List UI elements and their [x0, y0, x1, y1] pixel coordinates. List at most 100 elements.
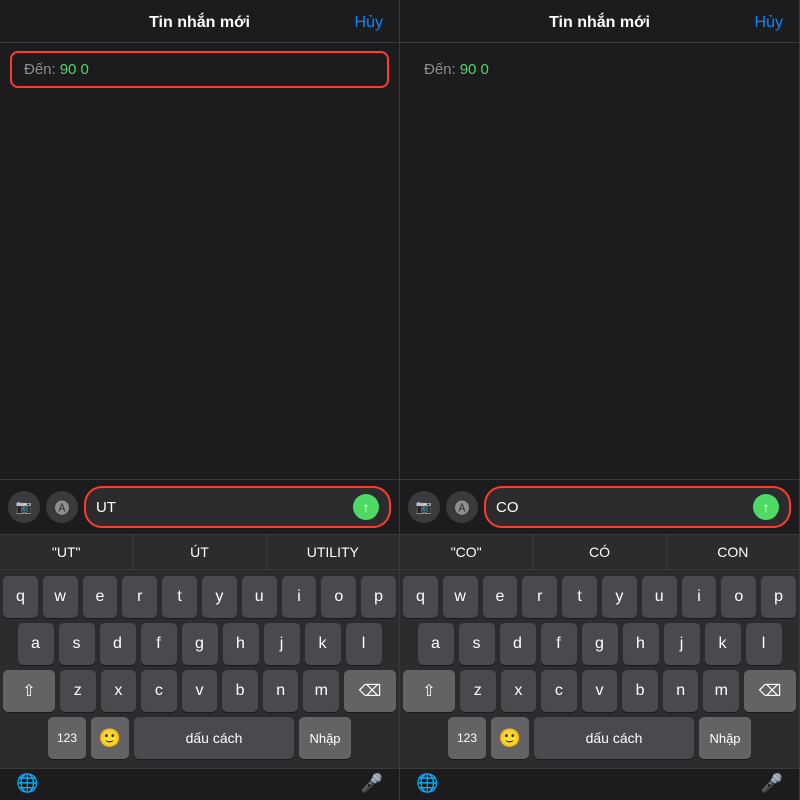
left-text-input-wrap[interactable]: UT ↑ [84, 486, 391, 528]
right-key-z[interactable]: z [460, 670, 496, 712]
left-key-d[interactable]: d [100, 623, 136, 665]
left-key-a[interactable]: a [18, 623, 54, 665]
right-appstore-button[interactable]: 🅐 [446, 491, 478, 523]
left-key-emoji[interactable]: 🙂 [91, 717, 129, 759]
right-autocomplete-1[interactable]: CÓ [533, 535, 666, 569]
left-key-z[interactable]: z [60, 670, 96, 712]
left-key-v[interactable]: v [182, 670, 218, 712]
right-send-arrow-icon: ↑ [763, 500, 770, 514]
left-bottom-bar: 🌐 🎤 [0, 768, 399, 800]
left-globe-icon[interactable]: 🌐 [16, 773, 38, 794]
right-key-o[interactable]: o [721, 576, 756, 618]
right-globe-icon[interactable]: 🌐 [416, 773, 438, 794]
camera-icon: 📷 [16, 499, 32, 515]
left-key-b[interactable]: b [222, 670, 258, 712]
right-key-w[interactable]: w [443, 576, 478, 618]
right-key-k[interactable]: k [705, 623, 741, 665]
right-key-e[interactable]: e [483, 576, 518, 618]
left-to-label: Đến: [24, 61, 56, 78]
right-autocomplete-2[interactable]: CON [667, 535, 799, 569]
right-key-h[interactable]: h [623, 623, 659, 665]
left-text-input[interactable]: UT [96, 499, 347, 516]
left-to-field[interactable]: Đến: 90 0 [10, 51, 389, 88]
right-key-space[interactable]: dấu cách [534, 717, 694, 759]
right-mic-icon[interactable]: 🎤 [761, 773, 783, 794]
right-text-input[interactable]: CO [496, 499, 747, 516]
right-key-d[interactable]: d [500, 623, 536, 665]
right-message-area[interactable] [400, 96, 799, 479]
right-key-t[interactable]: t [562, 576, 597, 618]
camera-icon-right: 📷 [416, 499, 432, 515]
right-camera-button[interactable]: 📷 [408, 491, 440, 523]
left-key-s[interactable]: s [59, 623, 95, 665]
right-key-delete[interactable]: ⌫ [744, 670, 796, 712]
right-key-a[interactable]: a [418, 623, 454, 665]
right-key-row-3: ⇧ z x c v b n m ⌫ [403, 670, 796, 712]
left-key-f[interactable]: f [141, 623, 177, 665]
left-key-space[interactable]: dấu cách [134, 717, 294, 759]
left-key-i[interactable]: i [282, 576, 317, 618]
left-mic-icon[interactable]: 🎤 [361, 773, 383, 794]
right-key-shift[interactable]: ⇧ [403, 670, 455, 712]
left-key-t[interactable]: t [162, 576, 197, 618]
right-key-n[interactable]: n [663, 670, 699, 712]
left-key-delete[interactable]: ⌫ [344, 670, 396, 712]
right-send-button[interactable]: ↑ [753, 494, 779, 520]
right-text-input-wrap[interactable]: CO ↑ [484, 486, 791, 528]
left-panel: Tin nhắn mới Hủy Đến: 90 0 📷 🅐 UT ↑ "UT"… [0, 0, 400, 800]
left-key-enter[interactable]: Nhập [299, 717, 351, 759]
right-key-g[interactable]: g [582, 623, 618, 665]
left-key-p[interactable]: p [361, 576, 396, 618]
right-key-emoji[interactable]: 🙂 [491, 717, 529, 759]
left-key-h[interactable]: h [223, 623, 259, 665]
right-key-x[interactable]: x [501, 670, 537, 712]
right-to-label: Đến: [424, 61, 456, 78]
left-autocomplete-1[interactable]: ÚT [133, 535, 266, 569]
left-key-g[interactable]: g [182, 623, 218, 665]
right-key-v[interactable]: v [582, 670, 618, 712]
right-key-y[interactable]: y [602, 576, 637, 618]
right-key-b[interactable]: b [622, 670, 658, 712]
right-key-s[interactable]: s [459, 623, 495, 665]
left-camera-button[interactable]: 📷 [8, 491, 40, 523]
left-key-w[interactable]: w [43, 576, 78, 618]
left-key-k[interactable]: k [305, 623, 341, 665]
left-key-shift[interactable]: ⇧ [3, 670, 55, 712]
right-key-u[interactable]: u [642, 576, 677, 618]
left-key-r[interactable]: r [122, 576, 157, 618]
right-key-m[interactable]: m [703, 670, 739, 712]
right-autocomplete-0[interactable]: "CO" [400, 535, 533, 569]
left-key-y[interactable]: y [202, 576, 237, 618]
right-key-f[interactable]: f [541, 623, 577, 665]
right-key-c[interactable]: c [541, 670, 577, 712]
right-key-enter[interactable]: Nhập [699, 717, 751, 759]
left-key-n[interactable]: n [263, 670, 299, 712]
left-key-x[interactable]: x [101, 670, 137, 712]
right-key-123[interactable]: 123 [448, 717, 486, 759]
right-key-l[interactable]: l [746, 623, 782, 665]
left-key-u[interactable]: u [242, 576, 277, 618]
right-key-r[interactable]: r [522, 576, 557, 618]
right-key-p[interactable]: p [761, 576, 796, 618]
left-autocomplete-0[interactable]: "UT" [0, 535, 133, 569]
left-key-123[interactable]: 123 [48, 717, 86, 759]
left-appstore-button[interactable]: 🅐 [46, 491, 78, 523]
left-key-e[interactable]: e [83, 576, 118, 618]
left-key-l[interactable]: l [346, 623, 382, 665]
left-autocomplete-2[interactable]: UTILITY [267, 535, 399, 569]
left-message-area[interactable] [0, 96, 399, 479]
right-to-field[interactable]: Đến: 90 0 [410, 51, 789, 88]
left-key-m[interactable]: m [303, 670, 339, 712]
right-cancel-button[interactable]: Hủy [755, 14, 783, 32]
left-key-j[interactable]: j [264, 623, 300, 665]
left-send-arrow-icon: ↑ [363, 500, 370, 514]
left-cancel-button[interactable]: Hủy [355, 14, 383, 32]
right-key-row-2: a s d f g h j k l [403, 623, 796, 665]
right-key-i[interactable]: i [682, 576, 717, 618]
left-key-q[interactable]: q [3, 576, 38, 618]
right-key-j[interactable]: j [664, 623, 700, 665]
right-key-q[interactable]: q [403, 576, 438, 618]
left-send-button[interactable]: ↑ [353, 494, 379, 520]
left-key-c[interactable]: c [141, 670, 177, 712]
left-key-o[interactable]: o [321, 576, 356, 618]
